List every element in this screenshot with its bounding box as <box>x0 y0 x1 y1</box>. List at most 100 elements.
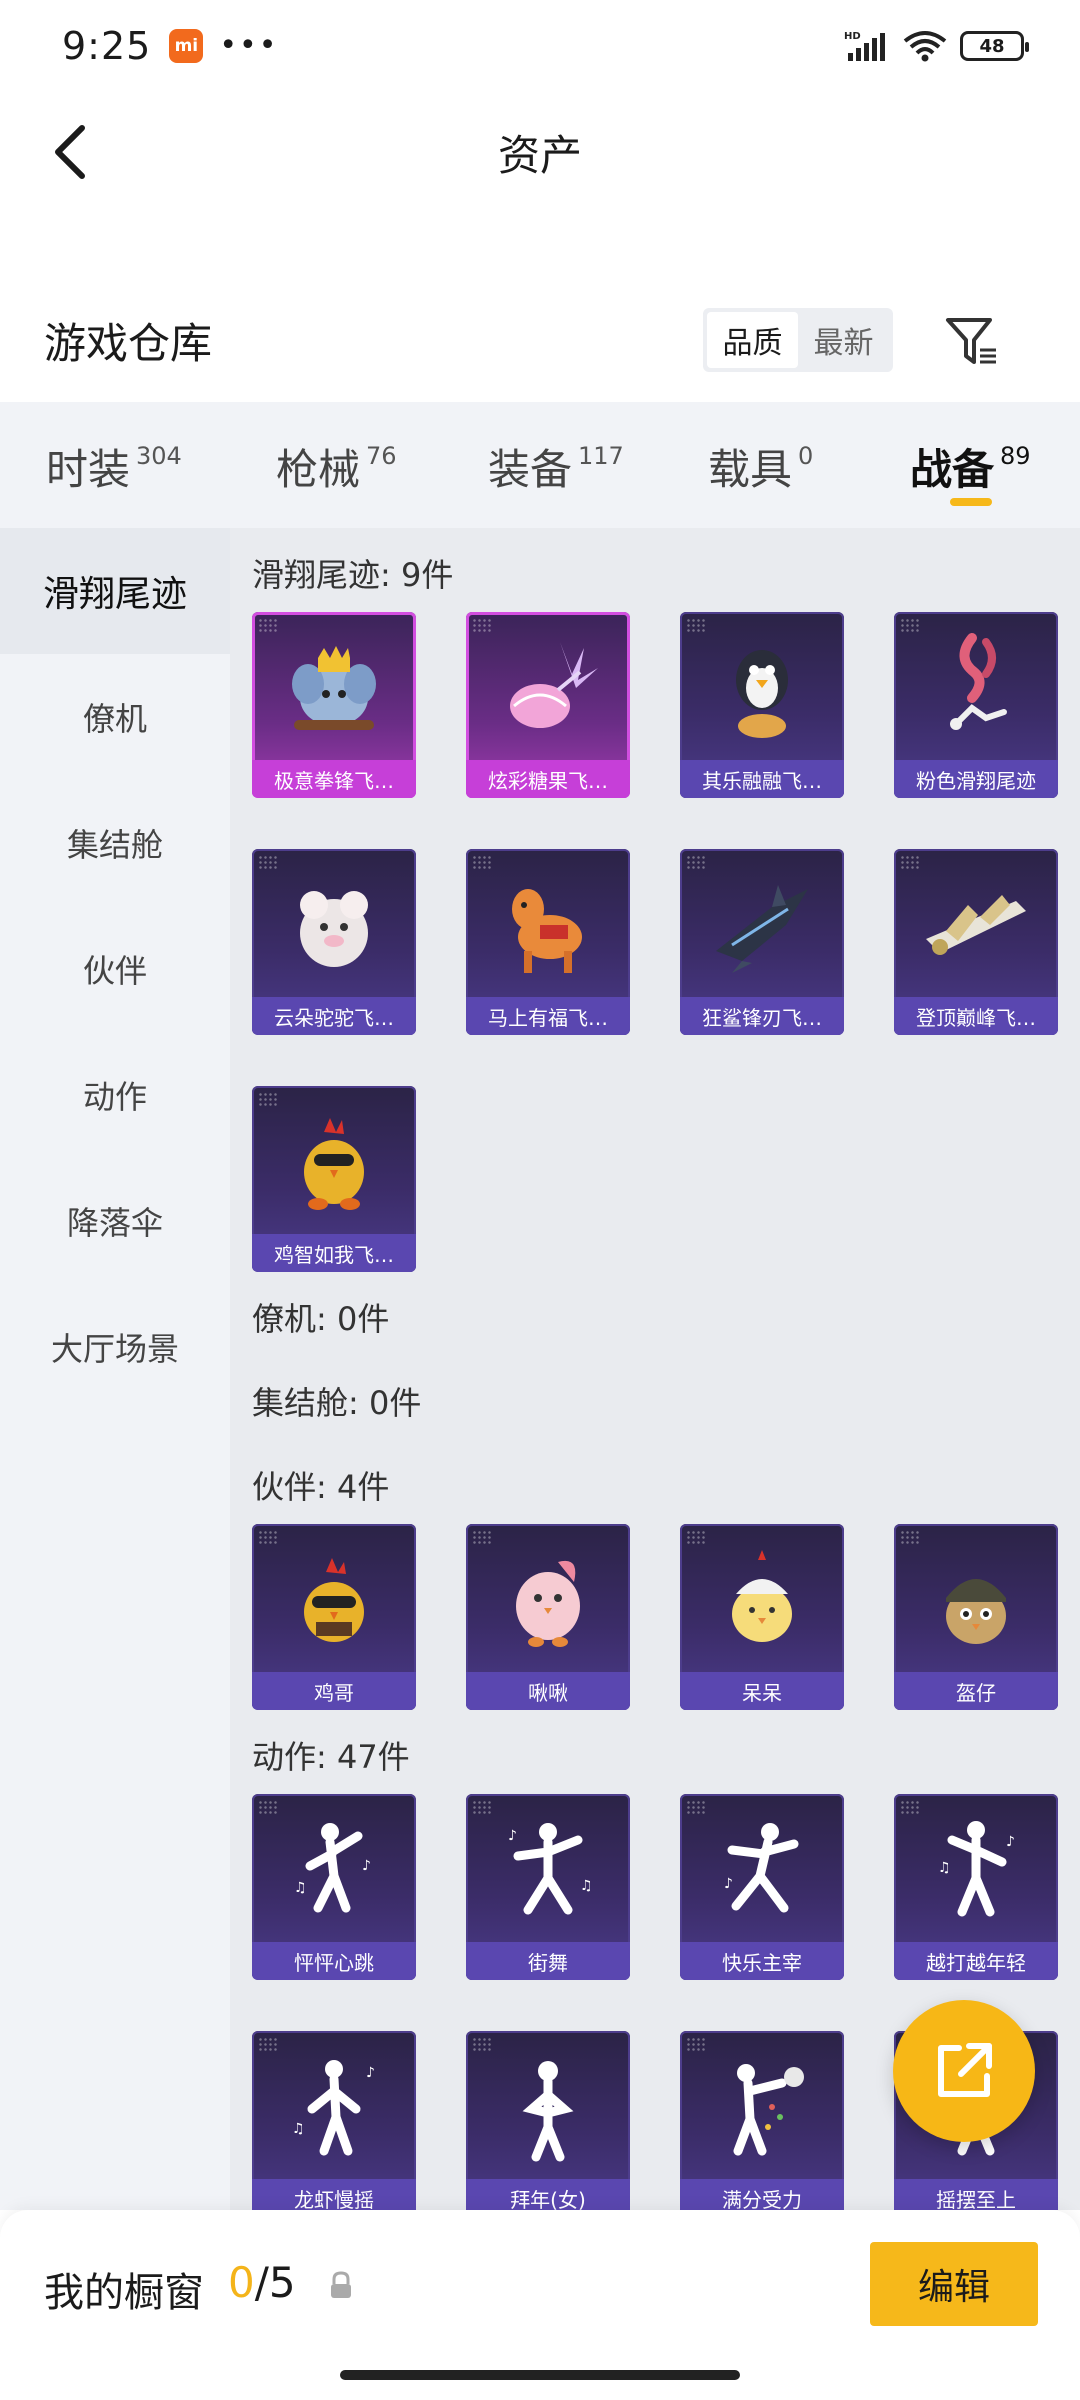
item-card[interactable]: 鸡智如我飞… <box>252 1086 416 1272</box>
yellow-chick-icon <box>732 1550 792 1642</box>
dance-pose-icon: ♪ ♫ <box>294 1823 371 1913</box>
item-card[interactable]: 拜年(女) <box>466 2031 630 2210</box>
tab-fashion[interactable]: 时装 304 <box>46 436 182 497</box>
tab-label: 枪械 <box>276 445 361 494</box>
dance-pose-icon <box>522 2061 574 2162</box>
tab-count: 117 <box>578 442 624 470</box>
sidebar-item-lobby-scene[interactable]: 大厅场景 <box>0 1284 230 1410</box>
item-label: 鸡智如我飞… <box>252 1234 416 1272</box>
item-label: 粉色滑翔尾迹 <box>894 760 1058 798</box>
tab-equipment[interactable]: 装备 117 <box>488 436 624 497</box>
sidebar-item-emote[interactable]: 动作 <box>0 1032 230 1158</box>
pink-bird-icon <box>516 1560 580 1647</box>
section-title-emote: 动作: 47件 <box>252 1738 410 1776</box>
tab-label: 载具 <box>708 445 793 494</box>
back-button[interactable] <box>34 116 106 188</box>
item-label: 盔仔 <box>894 1672 1058 1710</box>
sidebar-item-assembly-pod[interactable]: 集结舱 <box>0 780 230 906</box>
svg-text:♫: ♫ <box>294 1880 307 1896</box>
svg-text:♫: ♫ <box>580 1878 593 1894</box>
status-bar: 9:25 mi ••• HD 48 <box>0 0 1080 92</box>
sidebar: 滑翔尾迹 僚机 集结舱 伙伴 动作 降落伞 大厅场景 <box>0 528 230 2210</box>
penguin-icon <box>736 650 788 738</box>
item-card[interactable]: 盔仔 <box>894 1524 1058 1710</box>
item-card[interactable]: 满分受力 <box>680 2031 844 2210</box>
item-label: 快乐主宰 <box>680 1942 844 1980</box>
item-label: 马上有福飞… <box>466 997 630 1035</box>
item-label: 鸡哥 <box>252 1672 416 1710</box>
section-title-assembly-pod: 集结舱: 0件 <box>252 1384 422 1422</box>
item-card[interactable]: 狂鲨锋刃飞… <box>680 849 844 1035</box>
item-card[interactable]: 马上有福飞… <box>466 849 630 1035</box>
share-button[interactable] <box>893 2000 1035 2142</box>
item-card[interactable]: 呆呆 <box>680 1524 844 1710</box>
item-card[interactable]: 其乐融融飞… <box>680 612 844 798</box>
nav-bar: 资产 <box>0 92 1080 212</box>
item-card[interactable]: 云朵驼驼飞… <box>252 849 416 1035</box>
svg-text:♫: ♫ <box>292 2121 305 2137</box>
edit-button[interactable]: 编辑 <box>870 2242 1038 2326</box>
chevron-left-icon <box>55 125 85 179</box>
more-notifications-icon: ••• <box>219 28 279 63</box>
external-link-icon <box>938 2043 992 2097</box>
item-card[interactable]: ♪ ♫ 越打越年轻 <box>894 1794 1058 1980</box>
item-label: 龙虾慢摇 <box>252 2179 416 2210</box>
jet-wings-icon <box>926 895 1026 955</box>
category-tabs: 时装 304 枪械 76 装备 117 载具 0 战备 89 <box>0 402 1080 528</box>
tab-battle-prep[interactable]: 战备 89 <box>910 436 1031 497</box>
section-title-wingman: 僚机: 0件 <box>252 1300 390 1338</box>
horse-toy-icon <box>512 889 582 973</box>
home-indicator[interactable] <box>340 2370 740 2380</box>
sidebar-item-companion[interactable]: 伙伴 <box>0 906 230 1032</box>
item-label: 越打越年轻 <box>894 1942 1058 1980</box>
item-card[interactable]: ♪ 快乐主宰 <box>680 1794 844 1980</box>
tab-count: 89 <box>1000 442 1031 470</box>
item-label: 登顶巅峰飞… <box>894 997 1058 1035</box>
item-label: 炫彩糖果飞… <box>466 760 630 798</box>
item-card[interactable]: 极意拳锋飞… <box>252 612 416 798</box>
filter-icon <box>946 318 996 364</box>
warehouse-header: 游戏仓库 品质 最新 <box>0 290 1080 390</box>
tab-weapons[interactable]: 枪械 76 <box>276 436 397 497</box>
chicken-sunglasses-icon <box>304 1558 364 1642</box>
svg-text:HD: HD <box>844 31 861 42</box>
item-card[interactable]: 啾啾 <box>466 1524 630 1710</box>
item-card[interactable]: 鸡哥 <box>252 1524 416 1710</box>
showcase-current: 0 <box>228 2258 255 2307</box>
tab-count: 76 <box>366 442 397 470</box>
dance-pose-icon <box>733 2064 804 2156</box>
item-label: 狂鲨锋刃飞… <box>680 997 844 1035</box>
item-label: 呆呆 <box>680 1672 844 1710</box>
sidebar-item-wingman[interactable]: 僚机 <box>0 654 230 780</box>
status-time: 9:25 <box>62 24 152 68</box>
item-card[interactable]: 粉色滑翔尾迹 <box>894 612 1058 798</box>
svg-text:♪: ♪ <box>1006 1834 1015 1850</box>
item-grid: 滑翔尾迹: 9件 极意拳锋飞… 炫彩糖果飞… 其乐融融飞… 粉色滑翔尾迹 云朵驼… <box>230 528 1080 2210</box>
sort-option-quality[interactable]: 品质 <box>707 312 798 368</box>
item-label: 摇摆至上 <box>894 2179 1058 2210</box>
section-title-glide-trail: 滑翔尾迹: 9件 <box>252 556 454 594</box>
showcase-bar: 我的橱窗 0/5 编辑 <box>0 2210 1080 2400</box>
tab-vehicles[interactable]: 载具 0 <box>708 436 813 497</box>
lock-icon <box>331 2271 351 2298</box>
item-card[interactable]: ♪ ♫ 龙虾慢摇 <box>252 2031 416 2210</box>
dance-pose-icon: ♪ ♫ <box>508 1823 593 1915</box>
item-card[interactable]: 炫彩糖果飞… <box>466 612 630 798</box>
sidebar-item-parachute[interactable]: 降落伞 <box>0 1158 230 1284</box>
dance-pose-icon: ♪ <box>724 1823 799 1913</box>
filter-button[interactable] <box>940 310 1004 374</box>
showcase-count: 0/5 <box>228 2258 296 2307</box>
item-card[interactable]: ♪ ♫ 街舞 <box>466 1794 630 1980</box>
shark-jet-icon <box>716 885 808 973</box>
sidebar-item-glide-trail[interactable]: 滑翔尾迹 <box>0 528 230 654</box>
item-card[interactable]: ♪ ♫ 怦怦心跳 <box>252 1794 416 1980</box>
sort-option-newest[interactable]: 最新 <box>798 312 889 368</box>
status-icons: HD 48 <box>844 29 1029 63</box>
candy-wand-icon <box>510 642 598 728</box>
signal-icon: HD <box>844 31 885 61</box>
tab-count: 304 <box>136 442 182 470</box>
alpaca-icon <box>300 891 368 967</box>
item-card[interactable]: 登顶巅峰飞… <box>894 849 1058 1035</box>
section-title-companion: 伙伴: 4件 <box>252 1468 390 1506</box>
app-notification-icon: mi <box>169 29 204 63</box>
